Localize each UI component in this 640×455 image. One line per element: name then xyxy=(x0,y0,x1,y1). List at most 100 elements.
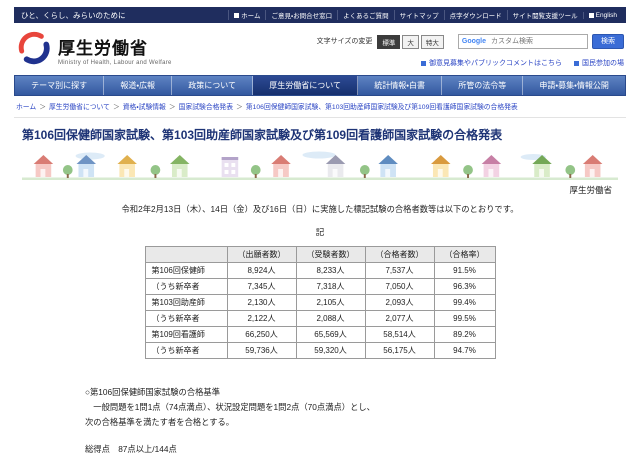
header-quick-links: 御意見募集やパブリックコメントはこちら 国民参加の場 xyxy=(421,58,624,68)
site-title: 厚生労働省 xyxy=(58,38,148,58)
header-link[interactable]: 御意見募集やパブリックコメントはこちら xyxy=(421,58,562,68)
breadcrumb-separator: ＞ xyxy=(168,104,176,111)
top-link-label: ホーム xyxy=(241,13,261,20)
table-row: （うち新卒者 7,345人 7,318人 7,050人 96.3% xyxy=(144,278,496,295)
nav-item-1[interactable]: 報道・広報 xyxy=(104,76,173,95)
ki-heading: 記 xyxy=(315,227,325,237)
top-link[interactable]: よくあるご質問 xyxy=(337,10,394,20)
content: 第106回保健師国家試験、第103回助産師国家試験及び第109回看護師国家試験の… xyxy=(14,118,626,455)
results-table-header-row: （出願者数） （受験者数） （合格者数） （合格率） xyxy=(144,246,496,263)
table-cell: 2,093人 xyxy=(364,294,435,311)
breadcrumb-item[interactable]: 資格・試験情報 xyxy=(123,104,166,111)
table-cell: 96.3% xyxy=(433,278,496,295)
criteria-line: 次の合格基準を満たす者を合格とする。 xyxy=(85,417,235,427)
top-link-label: ご意見・お問合せ窓口 xyxy=(271,13,333,20)
mhlw-logo-icon xyxy=(16,29,52,70)
breadcrumb-item[interactable]: ホーム xyxy=(16,104,36,111)
table-cell: 2,105人 xyxy=(295,294,366,311)
masthead: 厚生労働省 Ministry of Health, Labour and Wel… xyxy=(14,23,626,75)
home-icon xyxy=(234,12,240,18)
table-cell: 94.7% xyxy=(433,342,496,359)
column-header: （出願者数） xyxy=(226,246,297,263)
mhlw-page: ひと、くらし、みらいのために ホーム ご意見・お問合せ窓口 よくあるご質問 サイトマッ… xyxy=(14,7,626,455)
breadcrumb-separator: ＞ xyxy=(236,104,243,111)
table-cell: 2,088人 xyxy=(295,310,366,327)
ministry-name-label: 厚生労働省 xyxy=(569,185,612,195)
table-cell: 2,130人 xyxy=(226,294,297,311)
search-button[interactable]: 検索 xyxy=(592,33,624,49)
top-link-label: サイトマップ xyxy=(399,13,439,20)
font-size-button-1[interactable]: 大 xyxy=(402,35,419,49)
announcement-body: 令和2年2月13日（木）、14日（金）及び16日（日）に実施した標記試験の合格者… xyxy=(85,203,555,455)
breadcrumb-item: 第106回保健師国家試験、第103回助産師国家試験及び第109回看護師国家試験の… xyxy=(245,104,518,111)
top-link-label: 点字ダウンロード xyxy=(449,13,502,20)
breadcrumb-item[interactable]: 厚生労働省について xyxy=(49,104,110,111)
top-link[interactable]: ホーム xyxy=(228,10,265,20)
column-header: （受験者数） xyxy=(295,246,366,263)
font-size-button-0[interactable]: 標準 xyxy=(377,35,401,49)
table-cell: 7,345人 xyxy=(226,278,297,295)
column-header: （合格率） xyxy=(433,246,496,263)
mhlw-logo-block[interactable]: 厚生労働省 Ministry of Health, Labour and Wel… xyxy=(16,29,172,70)
top-link-label: English xyxy=(595,11,617,19)
table-cell: 7,050人 xyxy=(364,278,435,295)
table-row: 第106回保健師 8,924人 8,233人 7,537人 91.5% xyxy=(144,262,496,279)
nav-item-2[interactable]: 政策について xyxy=(172,76,254,95)
nav-item-6[interactable]: 申請・募集・情報公開 xyxy=(523,76,625,95)
table-row: 第109回看護師 66,250人 65,569人 58,514人 89.2% xyxy=(144,326,496,343)
nav-item-5[interactable]: 所管の法令等 xyxy=(442,76,524,95)
total-score-line: 総得点 87点以上/144点 xyxy=(85,444,177,454)
column-header xyxy=(144,246,228,263)
results-table-body: 第106回保健師 8,924人 8,233人 7,537人 91.5% （うち新卒者 7,3… xyxy=(144,262,496,359)
breadcrumb-separator: ＞ xyxy=(39,104,46,111)
header-link-label: 御意見募集やパブリックコメントはこちら xyxy=(429,60,562,67)
nav-item-4[interactable]: 統計情報・白書 xyxy=(358,76,443,95)
top-link[interactable]: 点字ダウンロード xyxy=(443,10,507,20)
top-link[interactable]: ご意見・お問合せ窓口 xyxy=(265,10,337,20)
top-link[interactable]: サイト閲覧支援ツール xyxy=(506,10,583,20)
table-cell: 58,514人 xyxy=(364,326,435,343)
header-tools: 文字サイズの変更 標準大特大 Google 検索 御意見募集やパブリックコメント… xyxy=(317,29,624,68)
top-link[interactable]: サイトマップ xyxy=(393,10,444,20)
nav-item-0[interactable]: テーマ別に探す xyxy=(15,76,105,95)
top-utility-bar: ひと、くらし、みらいのために ホーム ご意見・お問合せ窓口 よくあるご質問 サイトマッ… xyxy=(14,7,626,23)
search-input[interactable] xyxy=(489,36,584,46)
breadcrumb: ホーム＞厚生労働省について＞資格・試験情報＞国家試験合格発表＞第106回保健師国… xyxy=(14,96,626,118)
header-link[interactable]: 国民参加の場 xyxy=(574,58,624,68)
main-nav: テーマ別に探す 報道・広報 政策について 厚生労働省について 統計情報・白書 所管の法令等… xyxy=(14,75,626,96)
globe-icon xyxy=(588,12,594,18)
top-links: ホーム ご意見・お問合せ窓口 よくあるご質問 サイトマップ 点字ダウンロード サイト閲覧支… xyxy=(228,7,622,23)
results-table: （出願者数） （受験者数） （合格者数） （合格率） 第106回保健師 8,924人 8,… xyxy=(144,246,496,359)
table-cell: 7,318人 xyxy=(295,278,366,295)
table-row: （うち新卒者 2,122人 2,088人 2,077人 99.5% xyxy=(144,310,496,327)
breadcrumb-item[interactable]: 国家試験合格発表 xyxy=(179,104,233,111)
table-cell: 2,077人 xyxy=(364,310,435,327)
row-label: （うち新卒者 xyxy=(144,278,228,295)
site-tagline: ひと、くらし、みらいのために xyxy=(21,10,126,20)
table-cell: 99.4% xyxy=(433,294,496,311)
table-row: 第103回助産師 2,130人 2,105人 2,093人 99.4% xyxy=(144,294,496,311)
intro-text: 令和2年2月13日（木）、14日（金）及び16日（日）に実施した標記試験の合格者… xyxy=(121,204,519,214)
top-link[interactable]: English xyxy=(582,11,622,19)
row-label: （うち新卒者 xyxy=(144,342,228,359)
font-size-buttons: 標準大特大 xyxy=(376,32,445,50)
column-header: （合格者数） xyxy=(364,246,435,263)
site-subtitle: Ministry of Health, Labour and Welfare xyxy=(58,59,172,66)
font-size-label: 文字サイズの変更 xyxy=(316,38,373,45)
row-label: 第109回看護師 xyxy=(144,326,228,343)
table-cell: 65,569人 xyxy=(295,326,366,343)
table-row: （うち新卒者 59,736人 59,320人 56,175人 94.7% xyxy=(144,342,496,359)
row-label: 第106回保健師 xyxy=(144,262,228,279)
row-label: 第103回助産師 xyxy=(144,294,228,311)
nav-item-3[interactable]: 厚生労働省について xyxy=(253,76,359,95)
table-cell: 99.5% xyxy=(433,310,496,327)
row-label: （うち新卒者 xyxy=(144,310,228,327)
table-cell: 59,736人 xyxy=(226,342,297,359)
table-cell: 8,924人 xyxy=(226,262,297,279)
table-cell: 7,537人 xyxy=(364,262,435,279)
header-link-label: 国民参加の場 xyxy=(582,60,624,67)
criteria-block: ○第106回保健師国家試験の合格基準 一般問題を1問1点（74点満点）、状況設定… xyxy=(85,386,555,428)
font-size-button-2[interactable]: 特大 xyxy=(420,35,444,49)
table-cell: 2,122人 xyxy=(226,310,297,327)
criteria-line: ○第106回保健師国家試験の合格基準 xyxy=(85,387,221,397)
